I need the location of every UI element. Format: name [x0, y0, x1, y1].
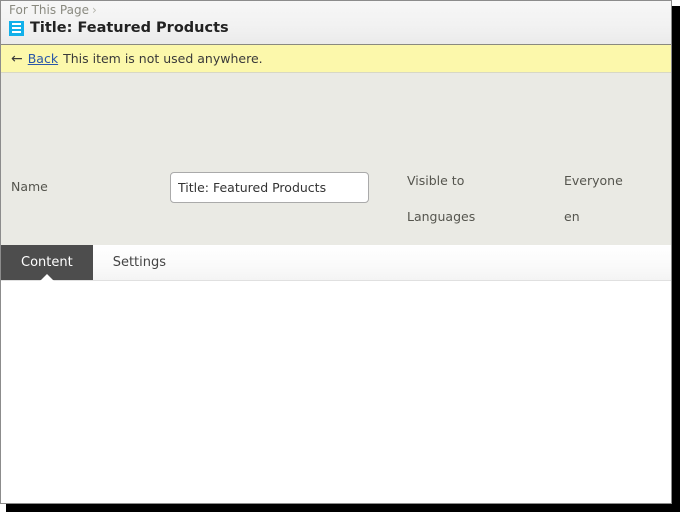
meta-value-languages: en: [564, 209, 631, 245]
meta-key-visible-to: Visible to: [407, 173, 564, 209]
name-label: Name: [11, 179, 48, 194]
document-lines-icon: [9, 21, 24, 36]
back-link[interactable]: Back: [28, 51, 58, 66]
tab-content-label: Content: [21, 255, 73, 270]
tab-settings-label: Settings: [113, 255, 166, 270]
table-row: Languages en: [407, 209, 631, 245]
name-input-wrapper: [170, 172, 369, 203]
table-row: Visible to Everyone: [407, 173, 631, 209]
notice-bar: ← Back This item is not used anywhere.: [1, 45, 671, 73]
meta-key-languages: Languages: [407, 209, 564, 245]
active-tab-pointer-icon: [40, 274, 54, 281]
meta-value-visible-to: Everyone: [564, 173, 631, 209]
tab-bar: Content Settings: [1, 245, 671, 281]
page-title-row: Title: Featured Products: [9, 20, 229, 36]
breadcrumb-item-for-this-page[interactable]: For This Page: [9, 3, 89, 17]
tab-content[interactable]: Content: [1, 245, 93, 280]
tab-settings[interactable]: Settings: [93, 245, 186, 280]
arrow-left-icon: ←: [11, 52, 23, 66]
page-header: For This Page› Title: Featured Products: [1, 1, 671, 45]
item-info-panel: Name Visible to Everyone Languages en ID…: [1, 73, 671, 245]
breadcrumb[interactable]: For This Page›: [9, 3, 97, 17]
content-form: Category + Title Text Color Background C…: [1, 281, 671, 503]
notice-message: This item is not used anywhere.: [63, 51, 263, 66]
window-shadow-bottom: [6, 504, 680, 512]
application-window: For This Page› Title: Featured Products …: [0, 0, 672, 504]
name-input[interactable]: [170, 172, 369, 203]
page-title: Title: Featured Products: [30, 20, 229, 36]
window-shadow-right: [672, 6, 680, 512]
breadcrumb-separator-icon: ›: [92, 3, 97, 17]
